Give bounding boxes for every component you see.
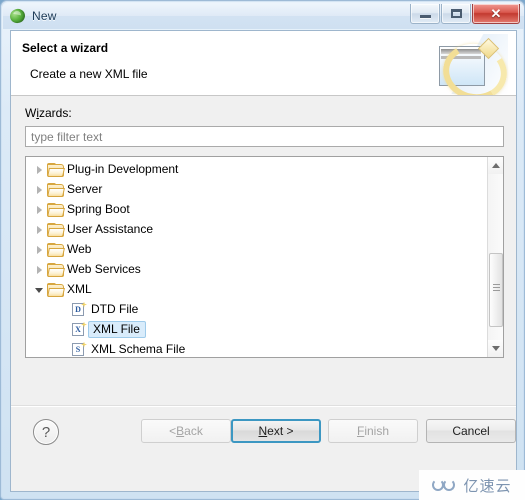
wizard-banner-icon: [430, 34, 513, 95]
tree-row[interactable]: D DTD File: [26, 299, 488, 319]
back-button[interactable]: < Back: [141, 419, 231, 443]
tree-row[interactable]: Spring Boot: [26, 199, 488, 219]
chevron-right-icon[interactable]: [34, 244, 45, 255]
scrollbar-up-button[interactable]: [488, 157, 503, 174]
next-button[interactable]: Next >: [231, 419, 321, 443]
tree-scrollbar[interactable]: [487, 157, 503, 357]
dtd-file-icon: D: [72, 301, 87, 317]
filter-input[interactable]: [25, 126, 504, 147]
next-button-mnemonic: N: [258, 424, 268, 438]
tree-row[interactable]: Web: [26, 239, 488, 259]
chevron-right-icon[interactable]: [34, 224, 45, 235]
folder-icon: [47, 202, 65, 217]
folder-icon: [47, 182, 65, 197]
banner-subtitle: Create a new XML file: [30, 67, 148, 81]
tree-row-label: XML Schema File: [91, 342, 186, 356]
wizard-tree[interactable]: Plug-in Development Server Spring Boot U…: [25, 156, 504, 358]
wizard-banner: Select a wizard Create a new XML file: [11, 31, 516, 96]
scroll-down-icon: [492, 346, 500, 351]
folder-icon: [47, 262, 65, 277]
watermark: 亿速云: [419, 470, 525, 500]
scrollbar-thumb[interactable]: [489, 253, 503, 327]
cancel-button[interactable]: Cancel: [426, 419, 516, 443]
dialog-content: Wizards: Plug-in Development Server: [11, 96, 516, 468]
window-frame: New ✕ Select a wizard Create a new XML f…: [0, 0, 525, 500]
tree-row-label: User Assistance: [67, 222, 154, 236]
help-button[interactable]: ?: [33, 419, 59, 445]
wizard-tree-list: Plug-in Development Server Spring Boot U…: [26, 157, 488, 357]
window-title: New: [32, 9, 57, 23]
tree-row[interactable]: Web Services: [26, 259, 488, 279]
new-wizard-dialog: Select a wizard Create a new XML file Wi…: [10, 30, 517, 492]
finish-button-mnemonic: F: [356, 424, 365, 438]
tree-row[interactable]: User Assistance: [26, 219, 488, 239]
tree-row-label: XML: [67, 282, 92, 296]
wizards-label: Wizards:: [25, 106, 72, 120]
tree-row[interactable]: S XML Schema File: [26, 339, 488, 357]
dialog-button-bar: ? < Back Next > Finish Cancel: [11, 405, 516, 468]
back-button-suffix: ack: [184, 424, 203, 438]
yisuyun-logo-icon: [432, 478, 458, 493]
wizards-label-suffix: zards:: [39, 106, 72, 120]
chevron-right-icon[interactable]: [34, 264, 45, 275]
folder-icon: [47, 162, 65, 177]
minimize-icon: [419, 15, 431, 18]
chevron-right-icon[interactable]: [34, 204, 45, 215]
back-button-prefix: <: [169, 424, 177, 438]
xml-schema-file-icon: S: [72, 341, 87, 357]
window-controls: ✕: [409, 4, 520, 24]
minimize-button[interactable]: [410, 4, 440, 24]
tree-row-label: Plug-in Development: [67, 162, 179, 176]
xml-file-icon: X: [72, 321, 87, 337]
folder-icon: [47, 282, 65, 297]
tree-row[interactable]: XML: [26, 279, 488, 299]
tree-row-label: Server: [67, 182, 103, 196]
tree-row[interactable]: Server: [26, 179, 488, 199]
scrollbar-grip-icon: [493, 284, 500, 293]
scroll-up-icon: [492, 163, 500, 168]
back-button-mnemonic: B: [176, 424, 185, 438]
tree-row-label: DTD File: [91, 302, 139, 316]
tree-row-label: XML File: [88, 320, 146, 338]
tree-row-label: Web: [67, 242, 92, 256]
wizards-label-prefix: W: [25, 106, 37, 120]
chevron-down-icon[interactable]: [34, 284, 45, 295]
chevron-right-icon[interactable]: [34, 164, 45, 175]
chevron-right-icon[interactable]: [34, 184, 45, 195]
banner-title: Select a wizard: [22, 41, 109, 55]
title-bar[interactable]: New ✕: [3, 3, 524, 29]
watermark-text: 亿速云: [463, 476, 512, 495]
close-icon: ✕: [490, 6, 502, 21]
folder-icon: [47, 222, 65, 237]
folder-icon: [47, 242, 65, 257]
maximize-button[interactable]: [441, 4, 471, 24]
tree-row-label: Spring Boot: [67, 202, 130, 216]
scrollbar-down-button[interactable]: [488, 340, 503, 357]
finish-button[interactable]: Finish: [328, 419, 418, 443]
tree-row-selected[interactable]: X XML File: [26, 319, 488, 339]
maximize-icon: [450, 9, 462, 18]
tree-row-label: Web Services: [67, 262, 141, 276]
finish-button-suffix: inish: [364, 424, 390, 438]
eclipse-new-icon: [8, 7, 27, 25]
next-button-suffix: ext >: [267, 424, 294, 438]
tree-row[interactable]: Plug-in Development: [26, 159, 488, 179]
close-button[interactable]: ✕: [472, 4, 520, 24]
